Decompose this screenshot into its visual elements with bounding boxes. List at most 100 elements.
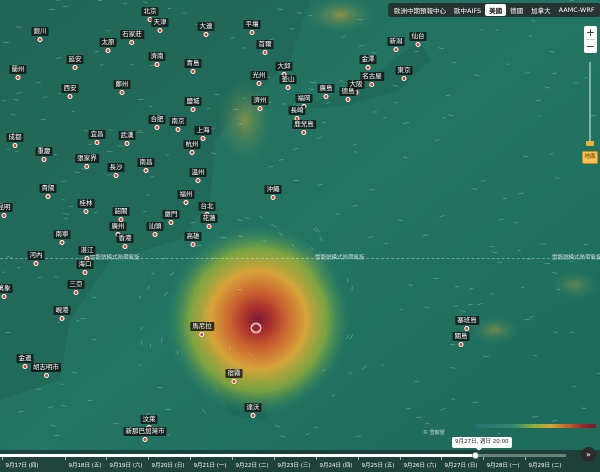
city-marker[interactable]: 西安 xyxy=(61,84,79,99)
city-marker[interactable]: 桂林 xyxy=(77,199,95,214)
timeline-day-label[interactable]: 9月21日 (一) xyxy=(193,461,226,469)
city-marker[interactable]: 萬象 xyxy=(0,284,13,299)
city-marker[interactable]: 釜山 xyxy=(279,75,297,90)
city-marker[interactable]: 光州 xyxy=(250,71,268,86)
city-marker[interactable]: 重慶 xyxy=(35,147,53,162)
city-marker[interactable]: 德島 xyxy=(339,87,357,102)
city-marker[interactable]: 新潟 xyxy=(387,37,405,52)
city-marker[interactable]: 馬尼拉 xyxy=(190,322,214,337)
city-marker[interactable]: 首爾 xyxy=(256,40,274,55)
city-marker[interactable]: 長沙 xyxy=(107,163,125,178)
city-marker[interactable]: 新那巴加灣市 xyxy=(123,427,167,442)
city-marker[interactable]: 宜昌 xyxy=(88,130,106,145)
city-marker[interactable]: 宿霧 xyxy=(225,369,243,384)
city-marker[interactable]: 東京 xyxy=(395,66,413,81)
city-marker[interactable]: 三亞 xyxy=(67,280,85,295)
city-marker[interactable]: 廈門 xyxy=(162,210,180,225)
timeline-day-label[interactable]: 9月19日 (六) xyxy=(109,461,142,469)
city-marker[interactable]: 青島 xyxy=(184,59,202,74)
altitude-slider-thumb[interactable] xyxy=(586,141,594,146)
city-marker[interactable]: 胡志明市 xyxy=(31,363,61,378)
city-marker[interactable]: 花蓮 xyxy=(200,214,218,229)
timeline-knob[interactable] xyxy=(472,452,479,459)
timeline[interactable]: 9月17日 (四) 9月18日 (五) 9月19日 (六) 9月20日 (日) 9月21… xyxy=(0,450,600,472)
city-marker[interactable]: 銀川 xyxy=(31,27,49,42)
city-marker[interactable]: 延安 xyxy=(66,55,84,70)
city-label: 杭州 xyxy=(183,140,201,149)
timeline-day-label[interactable]: 9月18日 (五) xyxy=(68,461,101,469)
timeline-day-label[interactable]: 9月28日 (一) xyxy=(486,461,519,469)
city-marker[interactable]: 大連 xyxy=(197,22,215,37)
city-marker[interactable]: 昆明 xyxy=(0,203,13,218)
model-tab[interactable]: AAMC-WRF xyxy=(555,5,599,15)
city-marker[interactable]: 南昌 xyxy=(137,158,155,173)
city-marker[interactable]: 鹿兒島 xyxy=(292,120,316,135)
city-marker[interactable]: 長崎 xyxy=(288,106,306,121)
city-marker[interactable]: 南寧 xyxy=(53,230,71,245)
city-label: 廣州 xyxy=(109,222,127,231)
city-marker[interactable]: 香港 xyxy=(116,234,134,249)
city-marker[interactable]: 汕頭 xyxy=(146,222,164,237)
city-marker[interactable]: 福州 xyxy=(177,190,195,205)
timeline-day-label[interactable]: 9月17日 (四) xyxy=(5,461,38,469)
city-dot-icon xyxy=(415,42,421,47)
city-marker[interactable]: 貴陽 xyxy=(39,184,57,199)
city-dot-icon xyxy=(129,40,135,45)
wind-map[interactable]: 雪龍號模式熱帶氣旋 雪龍號模式熱帶氣旋 雪龍號模式熱帶氣旋 北京 天津 平壤 大連 石家莊太… xyxy=(0,0,600,472)
city-marker[interactable]: 金澤 xyxy=(359,55,377,70)
timeline-day-label[interactable]: 9月27日 (日) xyxy=(444,461,477,469)
city-marker[interactable]: 湛江 xyxy=(78,246,96,261)
timeline-day-label[interactable]: 9月24日 (四) xyxy=(319,461,352,469)
city-label: 新那巴加灣市 xyxy=(123,427,167,436)
model-tab[interactable]: 歐洲中期預報中心 xyxy=(390,4,450,16)
city-marker[interactable]: 武漢 xyxy=(118,131,136,146)
timeline-day-label[interactable]: 9月26日 (六) xyxy=(403,461,436,469)
city-marker[interactable]: 張家界 xyxy=(75,154,99,169)
city-marker[interactable]: 沖繩 xyxy=(264,185,282,200)
city-label: 沖繩 xyxy=(264,185,282,194)
timeline-day-label[interactable]: 9月20日 (日) xyxy=(151,461,184,469)
zoom-out-button[interactable]: − xyxy=(584,40,597,53)
city-marker[interactable]: 關島 xyxy=(452,332,470,347)
city-label: 韶關 xyxy=(112,207,130,216)
city-marker[interactable]: 濟州 xyxy=(251,96,269,111)
city-marker[interactable]: 南京 xyxy=(169,117,187,132)
city-marker[interactable]: 蘭州 xyxy=(9,65,27,80)
timeline-day-label[interactable]: 9月25日 (五) xyxy=(361,461,394,469)
city-marker[interactable]: 峴港 xyxy=(53,306,71,321)
zoom-in-button[interactable]: + xyxy=(584,26,597,39)
city-marker[interactable]: 仙台 xyxy=(409,32,427,47)
city-marker[interactable]: 杭州 xyxy=(183,140,201,155)
city-marker[interactable]: 平壤 xyxy=(243,20,261,35)
city-marker[interactable]: 塞班島 xyxy=(455,316,479,331)
city-marker[interactable]: 成都 xyxy=(6,133,24,148)
model-tab[interactable]: 美國 xyxy=(485,4,507,16)
model-tab[interactable]: 加拿大 xyxy=(527,4,555,16)
city-marker[interactable]: 上海 xyxy=(194,126,212,141)
play-forward-button[interactable]: » xyxy=(581,447,596,462)
city-marker[interactable]: 鹽城 xyxy=(184,97,202,112)
city-label: 長沙 xyxy=(107,163,125,172)
city-marker[interactable]: 廣島 xyxy=(317,84,335,99)
timeline-day-tick xyxy=(190,457,191,460)
city-marker[interactable]: 高雄 xyxy=(184,232,202,247)
city-marker[interactable]: 達沃 xyxy=(244,403,262,418)
city-marker[interactable]: 合肥 xyxy=(148,115,166,130)
model-tab[interactable]: 德國 xyxy=(506,4,527,16)
altitude-slider-track[interactable] xyxy=(589,62,591,144)
timeline-day-label[interactable]: 9月22日 (二) xyxy=(235,461,268,469)
city-marker[interactable]: 鄭州 xyxy=(113,80,131,95)
city-marker[interactable]: 石家莊 xyxy=(120,30,144,45)
city-marker[interactable]: 海口 xyxy=(76,260,94,275)
city-marker[interactable]: 太原 xyxy=(99,38,117,53)
timeline-day-label[interactable]: 9月23日 (三) xyxy=(277,461,310,469)
altitude-level-badge[interactable]: 地面 xyxy=(582,151,598,164)
city-marker[interactable]: 濟南 xyxy=(148,52,166,67)
model-tab[interactable]: 歐中AIFS xyxy=(450,4,485,16)
city-marker[interactable]: 溫州 xyxy=(189,168,207,183)
timeline-day-label[interactable]: 9月29日 (二) xyxy=(528,461,561,469)
city-dot-icon xyxy=(113,173,119,178)
city-marker[interactable]: 韶關 xyxy=(112,207,130,222)
city-marker[interactable]: 河內 xyxy=(27,251,45,266)
city-marker[interactable]: 天津 xyxy=(151,18,169,33)
